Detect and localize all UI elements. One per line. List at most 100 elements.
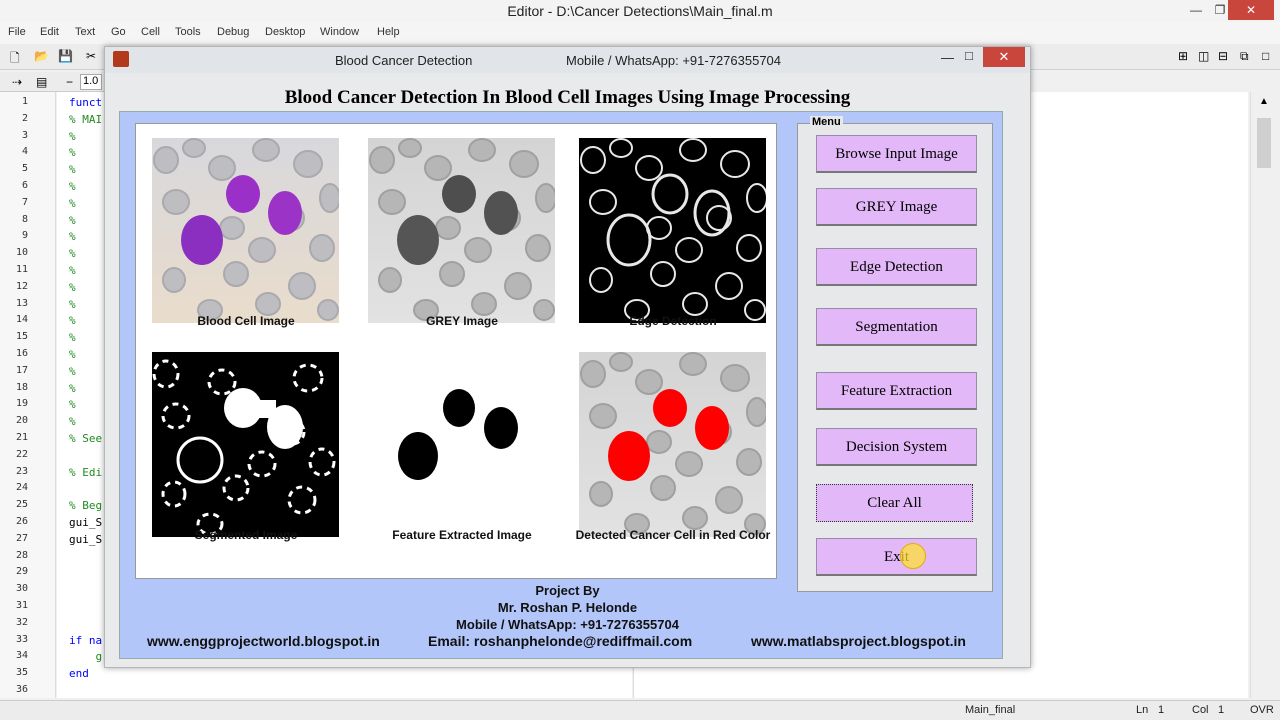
line-number: 20 xyxy=(15,415,28,427)
menu-debug[interactable]: Debug xyxy=(217,26,249,38)
code-line: % xyxy=(69,415,76,429)
grey-image-button[interactable]: GREY Image xyxy=(816,188,977,226)
code-line: end xyxy=(69,667,89,681)
feature-extraction-button[interactable]: Feature Extraction xyxy=(816,372,977,410)
code-line: funct xyxy=(69,96,103,109)
menu-desktop[interactable]: Desktop xyxy=(265,26,305,38)
code-line: % xyxy=(69,297,76,311)
line-number: 35 xyxy=(15,667,28,679)
menu-cell[interactable]: Cell xyxy=(141,26,160,38)
zoom-input[interactable]: 1.0 xyxy=(80,74,102,90)
decrement-icon[interactable]: − xyxy=(66,75,73,89)
line-number: 12 xyxy=(15,280,28,292)
open-folder-icon[interactable]: 📂 xyxy=(34,49,49,63)
footer-site-left[interactable]: www.enggprojectworld.blogspot.in xyxy=(147,633,380,649)
split-vertical-icon[interactable]: ◫ xyxy=(1198,49,1209,63)
matlab-logo-icon xyxy=(113,51,129,67)
gui-maximize-icon[interactable]: □ xyxy=(965,48,973,63)
vertical-scrollbar[interactable]: ▲ xyxy=(1250,92,1278,698)
line-number: 2 xyxy=(21,112,28,124)
close-icon[interactable]: ✕ xyxy=(1228,0,1274,20)
status-ln: 1 xyxy=(1158,704,1165,716)
line-number: 1 xyxy=(21,96,28,107)
line-number: 10 xyxy=(15,247,28,259)
line-number: 6 xyxy=(21,180,28,191)
line-number: 26 xyxy=(15,516,28,527)
segmentation-button[interactable]: Segmentation xyxy=(816,308,977,346)
line-number: 14 xyxy=(15,314,28,326)
code-line: % xyxy=(69,247,76,261)
line-number: 7 xyxy=(21,196,28,208)
insert-cell-icon[interactable]: ⇢ xyxy=(12,75,22,89)
code-line: % xyxy=(69,364,76,378)
code-line: % xyxy=(69,280,76,294)
code-line: % xyxy=(69,348,76,361)
detected-cancer-image xyxy=(579,352,766,537)
gui-window: Blood Cancer Detection Mobile / WhatsApp… xyxy=(104,46,1031,668)
cell-icon[interactable]: ▤ xyxy=(36,75,47,89)
maximize-icon[interactable]: ❐ xyxy=(1210,0,1230,20)
code-line: % xyxy=(69,314,76,328)
mouse-cursor-highlight xyxy=(900,543,926,569)
gui-minimize-icon[interactable]: — xyxy=(941,50,954,65)
line-number: 17 xyxy=(15,364,28,376)
gui-close-icon[interactable]: ✕ xyxy=(983,47,1025,67)
scroll-up-icon[interactable]: ▲ xyxy=(1259,96,1269,107)
line-number: 27 xyxy=(15,532,28,544)
undock-icon[interactable]: ⧉ xyxy=(1240,49,1249,64)
code-line: % Beg xyxy=(69,499,103,513)
browse-input-image-button[interactable]: Browse Input Image xyxy=(816,135,977,173)
cut-icon[interactable]: ✂ xyxy=(86,49,96,63)
split-horizontal-icon[interactable]: ⊟ xyxy=(1218,49,1228,63)
gui-title: Blood Cancer Detection xyxy=(335,53,473,68)
clear-all-button[interactable]: Clear All xyxy=(816,484,973,522)
line-number: 22 xyxy=(15,448,28,460)
new-file-icon[interactable]: 🗋 xyxy=(10,49,20,70)
exit-button[interactable]: Exit xyxy=(816,538,977,576)
menu-file[interactable]: File xyxy=(8,26,26,38)
status-col: 1 xyxy=(1218,704,1225,716)
menu-go[interactable]: Go xyxy=(111,26,126,38)
footer-email[interactable]: Email: roshanphelonde@rediffmail.com xyxy=(428,633,692,649)
menu-text[interactable]: Text xyxy=(75,26,95,38)
menu-tools[interactable]: Tools xyxy=(175,26,201,38)
menu-window[interactable]: Window xyxy=(320,26,359,38)
line-number: 16 xyxy=(15,348,28,359)
scroll-thumb[interactable] xyxy=(1257,118,1271,168)
caption-segmented: Segmented Image xyxy=(194,528,298,542)
footer-author: Mr. Roshan P. Helonde xyxy=(497,600,638,615)
status-file: Main_final xyxy=(965,704,1016,716)
footer-project-by: Project By xyxy=(535,583,600,598)
line-number: 21 xyxy=(15,432,28,443)
status-ln-label: Ln xyxy=(1136,704,1149,716)
menu-edit[interactable]: Edit xyxy=(40,26,59,38)
code-line: % xyxy=(69,264,76,277)
image-panel: Blood Cell Image GREY Image Edge Detecti… xyxy=(135,123,777,579)
decision-system-button[interactable]: Decision System xyxy=(816,428,977,466)
editor-title-bar: Editor - D:\Cancer Detections\Main_final… xyxy=(0,0,1280,22)
save-icon[interactable]: 💾 xyxy=(58,49,73,63)
edge-detection-button[interactable]: Edge Detection xyxy=(816,248,977,286)
line-number: 33 xyxy=(15,633,28,645)
minimize-icon[interactable]: — xyxy=(1186,0,1206,20)
line-number: 28 xyxy=(15,549,28,561)
line-number: 24 xyxy=(15,482,28,494)
line-number: 11 xyxy=(15,264,28,275)
line-number: 29 xyxy=(15,566,28,578)
feature-extracted-image xyxy=(368,352,555,537)
code-line: % Edi xyxy=(69,465,103,479)
code-line: % xyxy=(69,146,76,160)
segmented-image xyxy=(152,352,339,537)
menu-help[interactable]: Help xyxy=(377,26,400,38)
menu-panel: Menu Browse Input Image GREY Image Edge … xyxy=(797,116,993,592)
line-number: 4 xyxy=(21,146,28,158)
float-icon[interactable]: □ xyxy=(1262,49,1269,63)
tile-icon[interactable]: ⊞ xyxy=(1178,49,1188,63)
caption-detected: Detected Cancer Cell in Red Color xyxy=(575,528,771,542)
code-line: % xyxy=(69,213,76,227)
line-number: 32 xyxy=(15,616,28,628)
footer-site-right[interactable]: www.matlabsproject.blogspot.in xyxy=(751,633,966,649)
code-line: % MAI xyxy=(69,112,103,126)
line-number: 36 xyxy=(15,684,28,695)
status-mode: OVR xyxy=(1250,704,1274,716)
